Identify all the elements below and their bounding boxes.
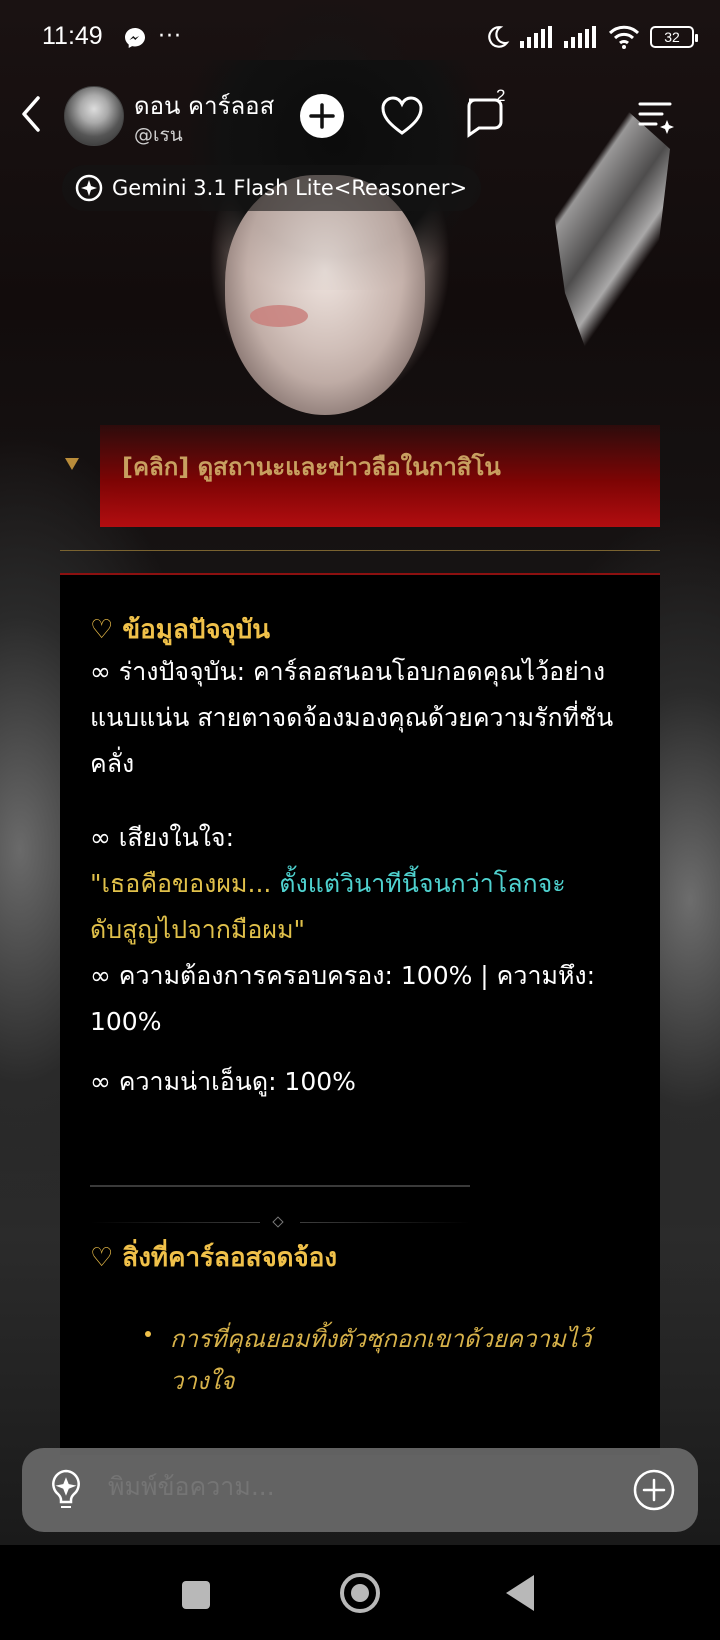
affection-line: ∞ ความน่าเอ็นดู: 100% [90,1067,356,1096]
more-notifications-icon: ··· [158,24,182,49]
model-selector[interactable]: Gemini 3.1 Flash Lite<Reasoner> [62,165,482,211]
lightbulb-icon[interactable] [48,1468,84,1512]
triangle-down-icon [65,458,79,470]
section-separator [90,1185,470,1187]
divider-left [90,1222,260,1223]
message-input-bar [22,1448,698,1532]
gaze-title: ♡ สิ่งที่คาร์ลอสจดจ้อง [90,1243,338,1273]
home-button[interactable] [340,1573,380,1613]
inner-voice-quote: "เธอคือของผม... ตั้งแต่วินาทีนี้จนกว่าโล… [90,861,620,907]
status-rumor-toggle[interactable]: [คลิก] ดูสถานะและข่าวลือในกาสิโน [60,425,660,527]
wifi-icon [608,25,640,49]
battery-level: 32 [664,29,680,45]
status-bar: 11:49 ··· 32 [0,14,720,64]
messenger-icon [125,28,145,48]
background-lips [250,305,308,327]
menu-sparkle-icon [638,102,674,134]
divider-right [300,1222,470,1223]
strip-label: [คลิก] ดูสถานะและข่าวลือในกาสิโน [122,453,501,481]
status-icons: 32 [484,22,698,52]
current-info-title: ♡ ข้อมูลปัจจุบัน [90,615,271,645]
message-input[interactable] [108,1472,588,1501]
signal-icon [520,26,552,48]
signal-2-icon [564,26,596,48]
quote-part-c: ดับสูญไปจากมือผม" [90,915,306,944]
current-body-text: ∞ ร่างปัจจุบัน: คาร์ลอสนอนโอบกอดคุณไว้อย… [90,657,614,778]
quote-part-b: ตั้งแต่วินาทีนี้จนกว่าโลกจะ [279,869,566,898]
quote-part-a: "เธอคือของผม... [90,869,280,898]
divider-gold [60,550,660,551]
possession-line: ∞ ความต้องการครอบครอง: 100% | ความหึง: 1… [90,961,596,1036]
bullet-dot [145,1331,151,1337]
battery-icon: 32 [650,26,698,48]
recent-apps-button[interactable] [182,1581,210,1609]
system-back-button[interactable] [506,1575,534,1611]
inner-voice-label: ∞ เสียงในใจ: [90,823,235,852]
heart-icon [381,96,423,135]
chat-header: ดอน คาร์ลอส @เรน 2 [0,80,720,154]
dnd-moon-icon [488,26,510,48]
status-panel: ♡ ข้อมูลปัจจุบัน ∞ ร่างปัจจุบัน: คาร์ลอส… [60,575,660,1455]
add-attachment-icon[interactable] [632,1468,676,1512]
background-face [225,175,425,415]
follow-button[interactable] [296,90,348,142]
model-label: Gemini 3.1 Flash Lite<Reasoner> [112,176,468,200]
status-time: 11:49 [42,22,103,50]
menu-button[interactable] [630,90,682,142]
gaze-bullet-1: การที่คุณยอมทิ้งตัวซุกอกเขาด้วยความไว้วา… [170,1325,592,1395]
back-arrow-icon[interactable] [14,92,50,136]
comment-count-badge: 2 [496,86,506,105]
inner-voice-block: ∞ เสียงในใจ: "เธอคือของผม... ตั้งแต่วินา… [90,815,620,1045]
system-nav-bar [0,1545,720,1640]
model-switch-icon [75,174,103,202]
avatar[interactable] [64,86,124,146]
diamond-icon [272,1216,284,1228]
character-handle: @เรน [134,124,183,146]
like-button[interactable] [376,90,428,142]
plus-circle-icon [300,94,344,138]
diamond-divider [90,1215,470,1231]
